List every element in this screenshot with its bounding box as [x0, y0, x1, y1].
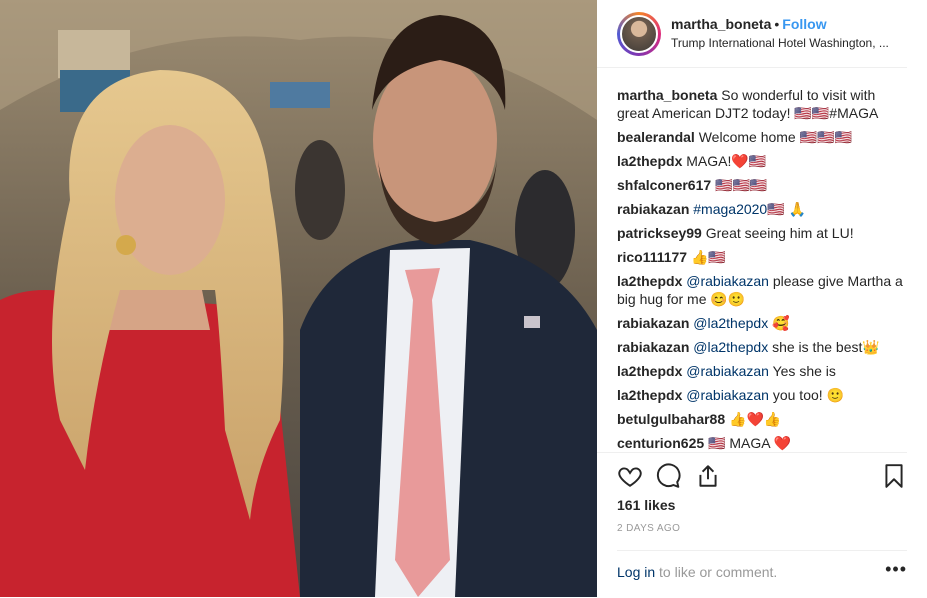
post-actions: [597, 452, 907, 493]
instagram-post: martha_boneta • Follow Trump International…: [0, 0, 927, 597]
comment-item: bealerandal Welcome home 🇺🇸🇺🇸🇺🇸: [617, 128, 907, 146]
comment-item: la2thepdx MAGA!❤️🇺🇸: [617, 152, 907, 170]
comment-text: Welcome home 🇺🇸🇺🇸🇺🇸: [698, 129, 852, 145]
heart-icon[interactable]: [617, 463, 643, 489]
comment-mention[interactable]: @la2thepdx: [693, 339, 768, 355]
follow-button[interactable]: Follow: [782, 16, 826, 32]
comment-text: 🥰: [768, 315, 790, 331]
avatar-image: [620, 14, 658, 53]
avatar[interactable]: [617, 11, 661, 56]
comment-item: la2thepdx @rabiakazan you too! 🙂: [617, 386, 907, 404]
comment-username[interactable]: rico111177: [617, 249, 687, 265]
login-link[interactable]: Log in: [617, 564, 655, 580]
comment-text: MAGA!❤️🇺🇸: [686, 153, 767, 169]
comment-item: centurion625 🇺🇸 MAGA ❤️: [617, 434, 907, 452]
share-icon[interactable]: [695, 463, 721, 489]
comment-username[interactable]: martha_boneta: [617, 87, 717, 103]
post-photo[interactable]: [0, 0, 597, 597]
comment-item: martha_boneta So wonderful to visit with…: [617, 86, 907, 122]
comment-username[interactable]: la2thepdx: [617, 387, 682, 403]
comment-mention[interactable]: @la2thepdx: [693, 315, 768, 331]
comment-item: rabiakazan @la2thepdx 🥰: [617, 314, 907, 332]
comment-username[interactable]: rabiakazan: [617, 339, 689, 355]
comment-text: 🇺🇸🇺🇸🇺🇸: [715, 177, 768, 193]
comment-username[interactable]: patricksey99: [617, 225, 702, 241]
comment-username[interactable]: la2thepdx: [617, 273, 682, 289]
comment-username[interactable]: la2thepdx: [617, 153, 682, 169]
comment-item: shfalconer617 🇺🇸🇺🇸🇺🇸: [617, 176, 907, 194]
comment-icon[interactable]: [655, 463, 681, 489]
comment-username[interactable]: centurion625: [617, 435, 704, 451]
comment-mention[interactable]: @rabiakazan: [686, 387, 769, 403]
comment-text: she is the best👑: [768, 339, 880, 355]
comment-username[interactable]: shfalconer617: [617, 177, 711, 193]
comment-username[interactable]: rabiakazan: [617, 315, 689, 331]
comment-username[interactable]: bealerandal: [617, 129, 695, 145]
comment-item: patricksey99 Great seeing him at LU!: [617, 224, 907, 242]
more-options-icon[interactable]: •••: [885, 559, 907, 580]
post-sidebar: martha_boneta • Follow Trump International…: [597, 0, 927, 597]
comments-list: martha_boneta So wonderful to visit with…: [617, 86, 907, 458]
login-suffix: to like or comment.: [655, 564, 778, 580]
comment-text: 👍❤️👍: [729, 411, 782, 427]
comment-mention[interactable]: @rabiakazan: [686, 363, 769, 379]
post-location[interactable]: Trump International Hotel Washington, ..…: [671, 34, 907, 52]
comment-text: 👍🇺🇸: [690, 249, 726, 265]
comment-text: Great seeing him at LU!: [705, 225, 854, 241]
post-footer: Log in to like or comment. •••: [617, 550, 907, 598]
comment-text: Yes she is: [768, 363, 836, 379]
comment-item: rabiakazan #maga2020🇺🇸 🙏: [617, 200, 907, 218]
comment-username[interactable]: rabiakazan: [617, 201, 689, 217]
comment-username[interactable]: betulgulbahar88: [617, 411, 725, 427]
comment-item: la2thepdx @rabiakazan please give Martha…: [617, 272, 907, 308]
comment-username[interactable]: la2thepdx: [617, 363, 682, 379]
comment-text: you too! 🙂: [768, 387, 844, 403]
bookmark-icon[interactable]: [881, 463, 907, 489]
post-header: martha_boneta • Follow Trump International…: [597, 0, 907, 68]
post-timestamp[interactable]: 2 DAYS AGO: [617, 523, 680, 534]
comment-item: rabiakazan @la2thepdx she is the best👑: [617, 338, 907, 356]
post-photo-illustration: [0, 0, 597, 597]
comment-mention[interactable]: @rabiakazan: [686, 273, 769, 289]
author-username[interactable]: martha_boneta: [671, 16, 771, 32]
login-prompt: Log in to like or comment.: [617, 564, 777, 580]
likes-count[interactable]: 161 likes: [617, 497, 675, 513]
comment-item: betulgulbahar88 👍❤️👍: [617, 410, 907, 428]
comment-text: #maga2020🇺🇸 🙏: [693, 201, 806, 217]
header-text: martha_boneta • Follow Trump International…: [671, 15, 889, 52]
separator-dot: •: [774, 16, 780, 32]
comment-item: la2thepdx @rabiakazan Yes she is: [617, 362, 907, 380]
comment-item: rico111177 👍🇺🇸: [617, 248, 907, 266]
comment-text: 🇺🇸 MAGA ❤️: [708, 435, 792, 451]
